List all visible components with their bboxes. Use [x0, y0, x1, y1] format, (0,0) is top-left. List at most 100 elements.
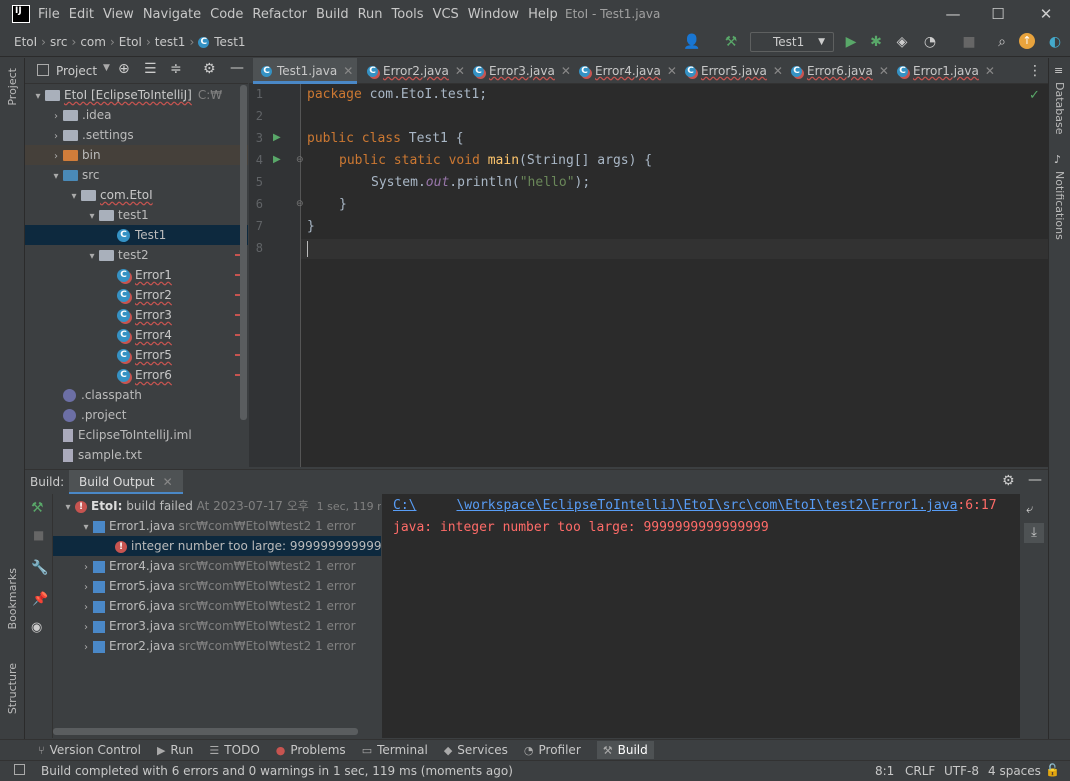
menu-item-code[interactable]: Code: [210, 7, 243, 22]
stop-icon[interactable]: ■: [960, 33, 978, 51]
bottom-tool-todo[interactable]: ☰ TODO: [209, 743, 259, 757]
chevron-right-icon[interactable]: ›: [79, 618, 93, 636]
close-button[interactable]: ✕: [1036, 4, 1056, 24]
editor-tab[interactable]: C Error2.java ✕: [359, 58, 465, 84]
close-icon[interactable]: ✕: [343, 64, 353, 78]
menu-item-build[interactable]: Build: [316, 7, 349, 22]
panel-toggle-icon[interactable]: [14, 764, 25, 775]
bookmarks-tool-tab[interactable]: Bookmarks: [6, 568, 19, 629]
menu-item-tools[interactable]: Tools: [392, 7, 424, 22]
line-separator[interactable]: CRLF: [905, 764, 935, 778]
code-editor[interactable]: 1 2 3 4 5 6 7 8 ▶ ▶ ⊖ ⊖ package com.EtoI.test1;…: [249, 84, 1048, 467]
error-file-link[interactable]: C:\: [393, 498, 416, 513]
tree-item[interactable]: EclipseToIntelliJ.iml: [25, 425, 248, 445]
tree-item[interactable]: › bin: [25, 145, 248, 165]
stop-icon[interactable]: ■: [33, 528, 44, 542]
chevron-down-icon[interactable]: ▼: [103, 63, 110, 73]
tree-item[interactable]: ▾ test1: [25, 205, 248, 225]
tree-item[interactable]: C Error5: [25, 345, 248, 365]
indent-setting[interactable]: 4 spaces: [988, 764, 1041, 778]
chevron-down-icon[interactable]: ▾: [85, 207, 99, 227]
editor-tab[interactable]: C Error4.java ✕: [571, 58, 677, 84]
project-scrollbar[interactable]: [240, 85, 247, 420]
bottom-tool-version-control[interactable]: ⑂ Version Control: [38, 743, 141, 757]
tree-item[interactable]: › .idea: [25, 105, 248, 125]
gear-icon[interactable]: ⚙: [1002, 473, 1015, 489]
chevron-right-icon[interactable]: ›: [79, 638, 93, 656]
menu-item-help[interactable]: Help: [528, 7, 558, 22]
maximize-button[interactable]: ☐: [988, 4, 1008, 24]
breadcrumb-item[interactable]: EtoI: [119, 35, 142, 49]
menu-item-navigate[interactable]: Navigate: [143, 7, 201, 22]
file-encoding[interactable]: UTF-8: [944, 764, 979, 778]
editor-tab[interactable]: C Test1.java ✕: [253, 58, 357, 84]
build-output-tab[interactable]: Build Output ✕: [69, 470, 183, 495]
tree-item[interactable]: .project: [25, 405, 248, 425]
profile-icon[interactable]: ◔: [921, 33, 939, 51]
plugin-icon[interactable]: ◐: [1046, 33, 1064, 51]
chevron-right-icon[interactable]: ›: [49, 107, 63, 127]
chevron-down-icon[interactable]: ▾: [31, 87, 45, 107]
chevron-down-icon[interactable]: ▾: [67, 187, 81, 207]
run-gutter-icon[interactable]: ▶: [273, 154, 281, 165]
search-icon[interactable]: ⌕: [993, 33, 1011, 51]
chevron-right-icon[interactable]: ›: [79, 578, 93, 596]
tree-item[interactable]: sample.txt: [25, 445, 248, 465]
intellij-logo-icon[interactable]: IJ: [12, 5, 30, 23]
menu-item-run[interactable]: Run: [358, 7, 383, 22]
tabs-menu-icon[interactable]: ⋮: [1028, 63, 1042, 79]
build-output-console[interactable]: C:\ \workspace\EclipseToIntelliJ\EtoI\src…: [382, 494, 1020, 738]
fold-icon[interactable]: ⊖: [296, 155, 304, 165]
wrench-icon[interactable]: 🔧: [31, 560, 48, 576]
run-config-selector[interactable]: Test1 ▼: [750, 32, 834, 52]
close-icon[interactable]: ✕: [985, 64, 995, 78]
bottom-tool-profiler[interactable]: ◔ Profiler: [524, 743, 581, 757]
expand-all-icon[interactable]: ☰: [144, 61, 157, 77]
breadcrumb-item[interactable]: Test1: [214, 35, 245, 49]
bottom-tool-problems[interactable]: ● Problems: [276, 743, 346, 757]
build-error-message[interactable]: ! integer number too large: 9999999999999…: [53, 536, 381, 556]
tree-item[interactable]: C Error4: [25, 325, 248, 345]
caret-position[interactable]: 8:1: [875, 764, 894, 778]
minimize-button[interactable]: —: [943, 4, 963, 24]
hide-panel-icon[interactable]: —: [1028, 472, 1042, 488]
build-root-item[interactable]: ▾! EtoI: build failed At 2023-07-17 오후 1 …: [53, 496, 381, 516]
bottom-tool-run[interactable]: ▶ Run: [157, 743, 193, 757]
build-file-item[interactable]: › Error4.java src₩com₩EtoI₩test2 1 error: [53, 556, 381, 576]
debug-icon[interactable]: ✱: [867, 33, 885, 51]
update-icon[interactable]: ↑: [1019, 33, 1035, 49]
lock-icon[interactable]: 🔓: [1045, 763, 1060, 777]
menu-item-vcs[interactable]: VCS: [433, 7, 459, 22]
notifications-tool-tab[interactable]: Notifications: [1053, 171, 1066, 240]
build-tree-scrollbar[interactable]: [53, 728, 358, 735]
breadcrumb-item[interactable]: EtoI: [14, 35, 37, 49]
tree-item[interactable]: C Error6: [25, 365, 248, 385]
tree-item[interactable]: ▾ com.EtoI: [25, 185, 248, 205]
tree-item[interactable]: C Error1: [25, 265, 248, 285]
build-file-item[interactable]: ▾ Error1.java src₩com₩EtoI₩test2 1 error: [53, 516, 381, 536]
status-message[interactable]: Build completed with 6 errors and 0 warn…: [41, 764, 513, 778]
database-tool-tab[interactable]: Database: [1053, 82, 1066, 135]
vcs-user-icon[interactable]: 👤: [683, 33, 701, 51]
build-file-item[interactable]: › Error6.java src₩com₩EtoI₩test2 1 error: [53, 596, 381, 616]
soft-wrap-icon[interactable]: ⤶: [1026, 502, 1033, 517]
tree-item[interactable]: › .settings: [25, 125, 248, 145]
tree-item[interactable]: C Error2: [25, 285, 248, 305]
project-tool-tab[interactable]: Project: [6, 68, 19, 106]
editor-tab[interactable]: C Error3.java ✕: [465, 58, 571, 84]
structure-tool-tab[interactable]: Structure: [6, 663, 19, 714]
editor-tab[interactable]: C Error6.java ✕: [783, 58, 889, 84]
close-icon[interactable]: ✕: [455, 64, 465, 78]
chevron-right-icon[interactable]: ›: [79, 558, 93, 576]
collapse-all-icon[interactable]: ≑: [170, 61, 182, 77]
hide-panel-icon[interactable]: —: [230, 60, 244, 76]
breadcrumb-item[interactable]: com: [80, 35, 106, 49]
eye-icon[interactable]: ◉: [31, 620, 42, 635]
menu-item-window[interactable]: Window: [468, 7, 519, 22]
bottom-tool-build[interactable]: ⚒ Build: [596, 741, 654, 759]
editor-tab[interactable]: C Error1.java ✕: [889, 58, 995, 84]
tree-item[interactable]: ▾ src: [25, 165, 248, 185]
gear-icon[interactable]: ⚙: [203, 61, 216, 77]
locate-icon[interactable]: ⊕: [118, 61, 130, 77]
tree-item[interactable]: C Error3: [25, 305, 248, 325]
